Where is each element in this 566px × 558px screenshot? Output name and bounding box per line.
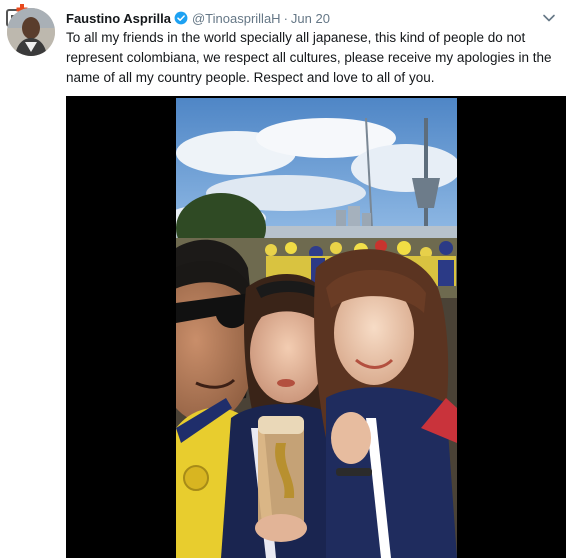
chevron-down-icon[interactable] xyxy=(542,11,556,25)
display-name[interactable]: Faustino Asprilla xyxy=(66,11,171,26)
tweet-date[interactable]: Jun 20 xyxy=(291,11,330,26)
video-still-image xyxy=(176,98,457,558)
tweet-header: Faustino Asprilla @TinoasprillaH · Jun 2… xyxy=(66,9,556,27)
tweet-media[interactable] xyxy=(66,96,566,558)
tweet-text: To all my friends in the world specially… xyxy=(66,30,552,85)
video-frame[interactable] xyxy=(176,98,457,558)
user-handle[interactable]: @TinoasprillaH xyxy=(192,11,281,26)
profile-photo xyxy=(7,8,55,56)
verified-badge-icon xyxy=(174,11,188,25)
avatar[interactable] xyxy=(7,8,55,56)
tweet-card: Faustino Asprilla @TinoasprillaH · Jun 2… xyxy=(0,0,566,558)
header-separator: · xyxy=(283,10,288,26)
